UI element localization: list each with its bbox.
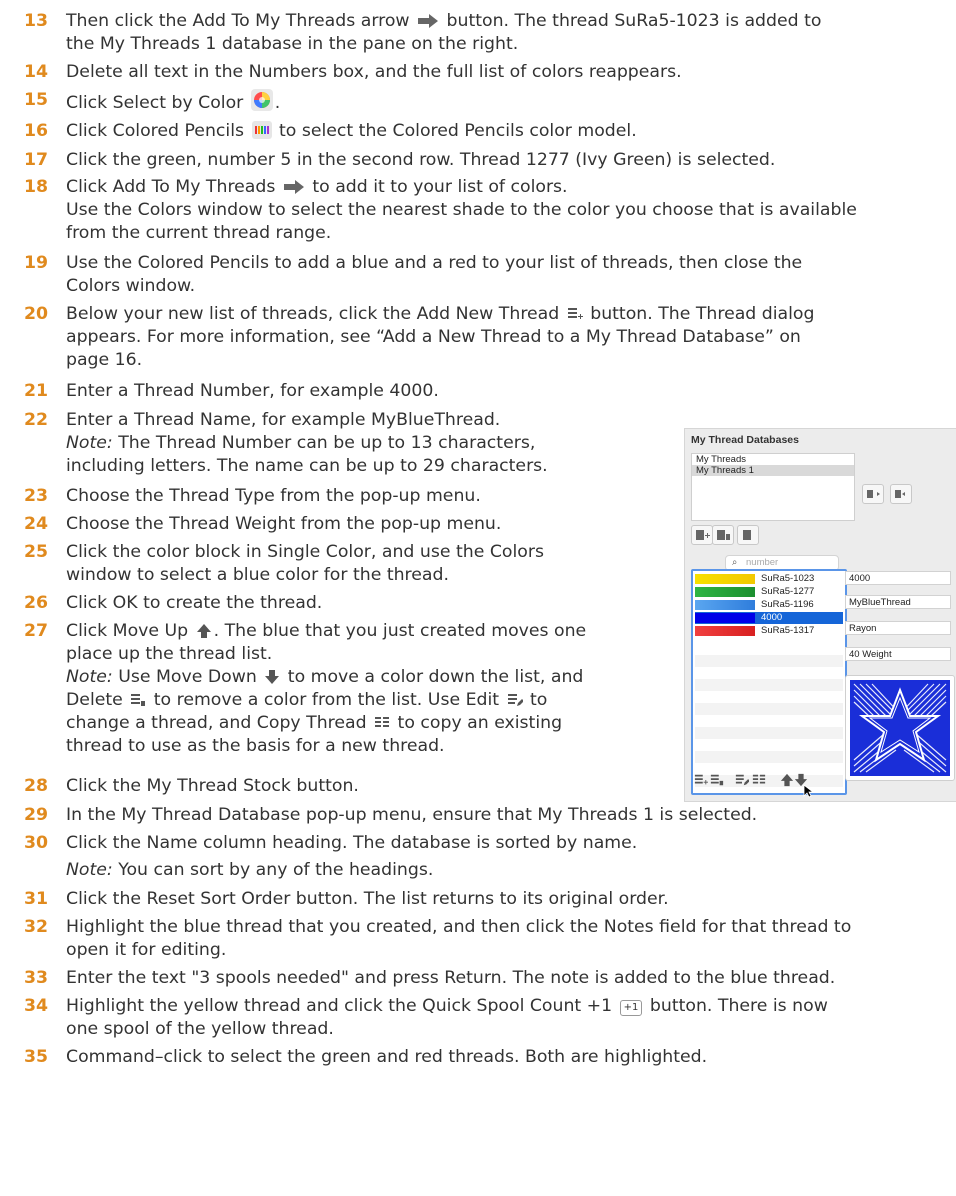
thread-row[interactable]: SuRa5-1317 <box>695 625 843 637</box>
add-database-icon <box>696 530 710 540</box>
thread-list: SuRa5-1023 SuRa5-1277 SuRa5-1196 4000 Su… <box>691 569 847 795</box>
thread-color-swatch <box>695 626 755 636</box>
my-thread-databases-panel: My Thread Databases My Threads My Thread… <box>684 428 956 802</box>
thread-number-field[interactable]: 4000 <box>845 571 951 585</box>
database-list: My Threads My Threads 1 <box>691 453 855 521</box>
add-database-button[interactable] <box>691 525 713 545</box>
database-item[interactable]: My Threads <box>692 454 854 465</box>
move-down-icon <box>265 670 280 684</box>
export-arrow-icon <box>867 490 880 498</box>
delete-database-icon <box>717 530 730 540</box>
copy-thread-icon <box>375 717 390 727</box>
thread-color-swatch <box>695 613 755 623</box>
delete-thread-icon <box>131 694 146 706</box>
colored-pencils-icon <box>251 121 272 139</box>
thread-color-preview[interactable] <box>845 675 955 781</box>
move-up-icon[interactable] <box>780 773 794 787</box>
thread-weight-field[interactable]: 40 Weight <box>845 647 951 661</box>
move-up-icon <box>196 624 211 638</box>
add-thread-icon[interactable] <box>694 773 708 787</box>
add-arrow-icon <box>418 14 439 28</box>
star-pattern-icon <box>850 680 950 776</box>
thread-row[interactable]: SuRa5-1023 <box>695 573 843 585</box>
database-item[interactable]: My Threads 1 <box>692 465 854 476</box>
copy-thread-icon[interactable] <box>752 773 766 787</box>
add-thread-icon <box>567 308 583 319</box>
edit-thread-icon[interactable] <box>735 773 749 787</box>
edit-database-button[interactable] <box>737 525 759 545</box>
thread-row[interactable]: SuRa5-1277 <box>695 586 843 598</box>
add-arrow-icon <box>283 180 304 194</box>
thread-color-swatch <box>695 587 755 597</box>
delete-database-button[interactable] <box>712 525 734 545</box>
spool-count-plus-one-icon: +1 <box>619 1000 643 1016</box>
step-number: 13 <box>24 11 49 31</box>
thread-name-field[interactable]: MyBlueThread <box>845 595 951 609</box>
mouse-cursor-icon <box>803 784 813 798</box>
import-database-button[interactable] <box>890 484 912 504</box>
search-icon: ⌕ <box>732 557 738 568</box>
panel-title: My Thread Databases <box>691 434 799 446</box>
thread-row[interactable]: SuRa5-1196 <box>695 599 843 611</box>
edit-thread-icon <box>507 694 523 706</box>
export-database-button[interactable] <box>862 484 884 504</box>
thread-type-field[interactable]: Rayon <box>845 621 951 635</box>
thread-color-swatch <box>695 600 755 610</box>
thread-color-swatch <box>695 574 755 584</box>
delete-thread-icon[interactable] <box>710 773 724 787</box>
color-wheel-icon <box>250 89 273 111</box>
import-arrow-icon <box>895 490 908 498</box>
edit-database-icon <box>743 530 751 540</box>
thread-row-selected[interactable]: 4000 <box>695 612 843 624</box>
step-text: Then click the Add To My Threads arrow <box>66 11 416 31</box>
